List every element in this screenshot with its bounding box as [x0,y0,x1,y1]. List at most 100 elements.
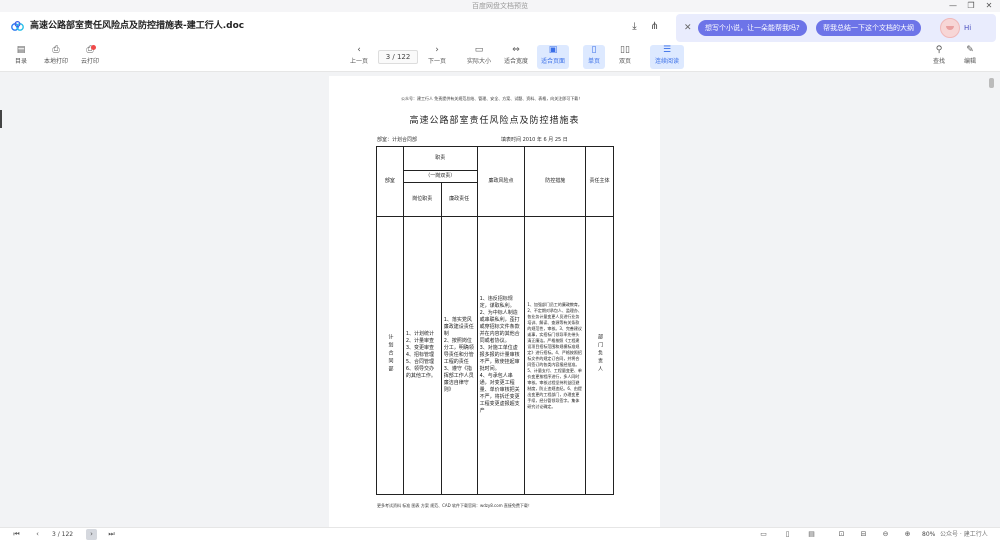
local-print-button[interactable]: ⎙ 本地打印 [40,45,72,69]
single-page-icon: ▯ [591,45,597,55]
measure-text: 1、加强部门员工的廉政教育。2、不定期对承包人、监理办、各业务计量变更人员进行业… [527,301,582,409]
view-mode-3-icon[interactable]: ▤ [806,529,817,540]
find-button[interactable]: ⚲ 查找 [929,45,949,69]
dept-cell: 计划合同部 [376,216,404,495]
ai-suggestion-novel[interactable]: 想写个小说，让一朵能帮我吗? [698,20,807,36]
double-page-icon: ▯▯ [620,45,630,55]
risk-point-text: 1、违反招标规定，谋取私利。 2、为中标人制造或串联私利，歪打或穿招标文件条款并… [479,296,520,414]
header-risk: 廉政风险点 [488,178,514,184]
header-measure: 防控措施 [545,178,566,184]
toolbar: ▤ 目录 ⎙ 本地打印 ⎙ 云打印 ‹ 上一页 › 下一页 ▭ 实际大小 ⇔ 适… [0,42,1000,72]
header-duty-cell: 职责 [402,146,478,171]
post-duty-text: 1、计划统计 2、计量审查 3、变更审查 4、招标管理 5、合同管理 6、领导交… [405,331,436,379]
status-page-indicator[interactable]: 3 / 122 [52,529,73,541]
zoom-out-icon[interactable]: ⊖ [880,529,891,540]
catalog-button[interactable]: ▤ 目录 [11,45,31,69]
prev-page-label: 上一页 [349,58,368,65]
clean-duty-text: 1、落实党风廉政建设责任制 2、按照岗位分工，明确领导责任和分管工程的责任 3、… [443,317,474,393]
risk-table: 部室 职责 廉政风险点 防控措施 责任主体 （一岗双责） 岗位职责 廉政责任 计… [376,146,614,495]
fit-page-label: 适合页面 [540,58,565,65]
owner-cell: 部门负责人 [585,216,614,495]
header-clean-cell: 廉政责任 [440,182,478,217]
owner-name: 部门负责人 [597,334,604,374]
minimize-icon[interactable]: — [944,0,962,12]
status-bar: ⏮ ‹ 3 / 122 › ⏭ ▭ ▯ ▤ ⊡ ⊟ ⊖ ⊕ 80% 公众号 · … [0,527,1000,541]
fit-icon[interactable]: ⊡ [836,529,847,540]
actual-size-button[interactable]: ▭ 实际大小 [464,45,494,69]
actual-size-icon: ▭ [474,45,484,55]
edit-button[interactable]: ✎ 编辑 [960,45,980,69]
department-line: 部室：计划合同部 [377,137,418,143]
ai-greeting[interactable]: Hi [964,20,971,36]
double-page-button[interactable]: ▯▯ 双页 [614,45,636,69]
ai-assistant-bar: ✕ 想写个小说，让一朵能帮我吗? 帮我总结一下这个文档的大纲 Hi [676,14,996,42]
page-number-input[interactable]: 3 / 122 [378,50,418,64]
document-title: 高速公路部室责任风险点及防控措施表-建工行人.doc [30,21,245,31]
fit-page-button[interactable]: ▣ 适合页面 [537,45,569,69]
pencil-icon: ✎ [966,45,974,55]
ai-avatar-icon[interactable] [940,18,960,38]
risk-point-cell: 1、违反招标规定，谋取私利。 2、为中标人制造或串联私利，歪打或穿招标文件条款并… [476,216,526,495]
cloud-print-button[interactable]: ⎙ 云打印 [78,45,102,69]
document-page: 公众号：建工行人 免责提供有关规范总结、管理、安全、方案、试题、资料、表格，向关… [329,76,660,527]
close-window-icon[interactable]: ✕ [980,0,998,12]
fit-width-label: 适合宽度 [503,58,528,65]
single-page-label: 单页 [587,58,600,65]
actual-size-label: 实际大小 [466,58,491,65]
header-post-cell: 岗位职责 [402,182,442,217]
app-window: 百度网盘文档预览 — ❐ ✕ 高速公路部室责任风险点及防控措施表-建工行人.do… [0,0,1000,541]
double-page-label: 双页 [618,58,631,65]
view-mode-1-icon[interactable]: ▭ [758,529,769,540]
page-title: 高速公路部室责任风险点及防控措施表 [409,116,580,126]
find-label: 查找 [932,58,945,65]
baidu-netdisk-logo-icon [11,21,24,31]
page-footer: 更多考试资料 标准 图表 方案 规范、CAD 软件下载官网：wdzy8.com … [377,503,532,508]
header-owner-cell: 责任主体 [585,146,614,217]
fit-width-icon: ⇔ [512,45,520,55]
clean-duty-cell: 1、落实党风廉政建设责任制 2、按照岗位分工，明确领导责任和分管工程的责任 3、… [440,216,478,495]
vertical-scrollbar[interactable] [989,78,994,88]
view-mode-2-icon[interactable]: ▯ [782,529,793,540]
zoom-level[interactable]: 80% [922,529,935,541]
side-handle[interactable] [0,110,2,128]
header-owner: 责任主体 [589,178,610,184]
ai-close-icon[interactable]: ✕ [684,21,692,35]
window-title: 百度网盘文档预览 [472,2,528,10]
last-page-icon[interactable]: ⏭ [106,529,117,540]
prev-page-icon[interactable]: ‹ [32,529,43,540]
fit-width-button[interactable]: ⇔ 适合宽度 [501,45,531,69]
cloud-print-label: 云打印 [80,58,99,65]
chevron-right-circle-icon: › [435,45,439,55]
date-line: 填表时间 2010 年 6 月 25 日 [501,137,568,143]
header-duty-sub: （一岗双责） [425,173,456,179]
single-page-button[interactable]: ▯ 单页 [583,45,605,69]
ai-suggestion-summary[interactable]: 帮我总结一下这个文档的大纲 [816,20,921,36]
continuous-read-button[interactable]: ☰ 连续阅读 [650,45,684,69]
header-duty-sub-cell: （一岗双责） [402,170,478,183]
header-risk-cell: 廉政风险点 [476,146,526,217]
edit-label: 编辑 [963,58,976,65]
measure-cell: 1、加强部门员工的廉政教育。2、不定期对承包人、监理办、各业务计量变更人员进行业… [524,216,587,495]
dept-name: 计划合同部 [387,334,394,374]
restore-icon[interactable]: ❐ [962,0,980,12]
download-icon[interactable]: ⤓ [628,20,641,33]
share-icon[interactable]: ⋔ [648,20,661,33]
zoom-in-icon[interactable]: ⊕ [902,529,913,540]
search-icon: ⚲ [935,45,943,55]
local-print-label: 本地打印 [43,58,68,65]
first-page-icon[interactable]: ⏮ [11,529,22,540]
catalog-label: 目录 [14,58,27,65]
header-dept-cell: 部室 [376,146,404,217]
window-title-bar: 百度网盘文档预览 — ❐ ✕ [0,0,1000,12]
next-page-icon[interactable]: › [86,529,97,540]
header-dept: 部室 [384,178,395,184]
post-duty-cell: 1、计划统计 2、计量审查 3、变更审查 4、招标管理 5、合同管理 6、领导交… [402,216,442,495]
notification-dot [91,45,96,50]
next-page-button[interactable]: › 下一页 [424,45,450,69]
header-clean: 廉政责任 [449,196,470,202]
page-top-note: 公众号：建工行人 免责提供有关规范总结、管理、安全、方案、试题、资料、表格，向关… [401,96,583,101]
fit-width-small-icon[interactable]: ⊟ [858,529,869,540]
prev-page-button[interactable]: ‹ 上一页 [346,45,372,69]
header-measure-cell: 防控措施 [524,146,587,217]
next-page-label: 下一页 [427,58,446,65]
